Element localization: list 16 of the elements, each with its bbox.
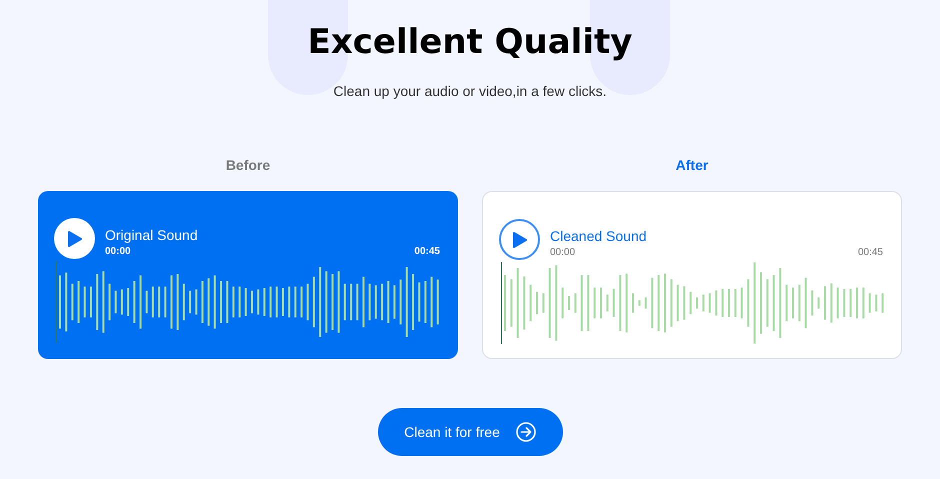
panel-label: Before bbox=[226, 156, 270, 175]
track-title: Original Sound bbox=[105, 226, 199, 244]
end-time: 00:45 bbox=[414, 245, 440, 259]
arrow-circle-icon bbox=[516, 422, 536, 442]
play-button[interactable] bbox=[54, 218, 95, 259]
track-title: Cleaned Sound bbox=[550, 227, 648, 245]
play-icon bbox=[512, 232, 526, 248]
page-heading: Excellent Quality bbox=[308, 21, 632, 64]
start-time: 00:00 bbox=[105, 245, 131, 259]
cta-button[interactable]: Clean it for free bbox=[378, 408, 562, 456]
subheading: Clean up your audio or video,in a few clicks. bbox=[333, 82, 607, 101]
play-button[interactable] bbox=[499, 219, 540, 260]
start-time: 00:00 bbox=[550, 246, 576, 260]
panel-label: After bbox=[676, 156, 708, 175]
play-icon bbox=[68, 230, 82, 246]
end-time: 00:45 bbox=[858, 246, 883, 260]
